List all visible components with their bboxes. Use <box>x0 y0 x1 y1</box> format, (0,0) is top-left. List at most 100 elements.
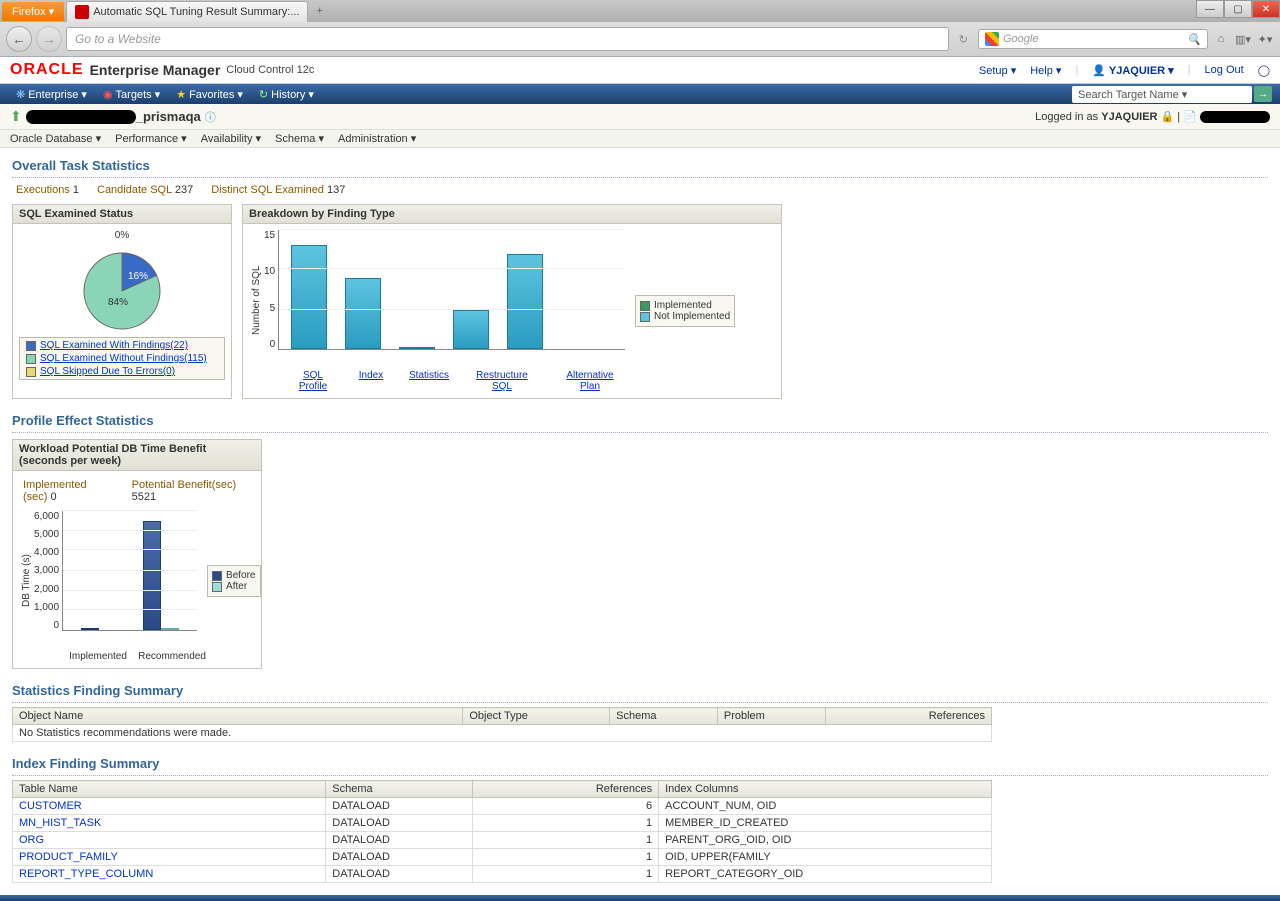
bookmarks-icon[interactable]: ▥▾ <box>1234 30 1252 48</box>
forward-button[interactable]: → <box>36 26 62 52</box>
overall-title: Overall Task Statistics <box>12 154 1268 178</box>
browser-search-input[interactable]: Google 🔍 <box>978 29 1208 49</box>
profile-plot <box>62 511 197 631</box>
table-row: ORGDATALOAD1PARENT_ORG_OID, OID <box>13 832 992 849</box>
db-icon: 📄 <box>1183 111 1197 123</box>
help-menu[interactable]: Help ▾ <box>1030 64 1061 77</box>
nav-enterprise[interactable]: ❋Enterprise ▾ <box>8 86 95 103</box>
bar-yticks: 151050 <box>264 230 278 350</box>
login-info: Logged in as YJAQUIER 🔒 | 📄 <box>1035 110 1270 123</box>
bar-plot <box>278 230 625 350</box>
pie-zero-label: 0% <box>19 230 225 241</box>
firefox-menu-button[interactable]: Firefox ▾ <box>2 2 64 21</box>
bar-sql-profile[interactable] <box>291 245 327 349</box>
new-tab-button[interactable]: + <box>308 3 330 19</box>
table-row: CUSTOMERDATALOAD6ACCOUNT_NUM, OID <box>13 798 992 815</box>
subnav-availability[interactable]: Availability ▾ <box>201 132 261 145</box>
profile-bar-before[interactable] <box>143 521 161 630</box>
footer-bar <box>0 895 1280 901</box>
table-row: PRODUCT_FAMILYDATALOAD1OID, UPPER(FAMILY <box>13 849 992 866</box>
product-title: Enterprise Manager <box>90 62 221 78</box>
search-target-input[interactable]: Search Target Name ▾ <box>1072 86 1252 103</box>
search-go-button[interactable]: → <box>1254 86 1272 102</box>
xlabel-stats[interactable]: Statistics <box>409 370 449 392</box>
target-bar: ⬆ _prismaqa ⓘ Logged in as YJAQUIER 🔒 | … <box>0 104 1280 130</box>
back-button[interactable]: ← <box>6 26 32 52</box>
nav-history[interactable]: ↻History ▾ <box>251 86 322 103</box>
nav-bar: ← → Go to a Website ↻ Google 🔍 ⌂ ▥▾ ✦▾ <box>0 22 1280 56</box>
stats-finding-title: Statistics Finding Summary <box>12 679 1268 703</box>
xlabel-index[interactable]: Index <box>351 370 391 392</box>
minimize-button[interactable]: — <box>1196 0 1224 18</box>
bar-title: Breakdown by Finding Type <box>243 205 781 224</box>
close-button[interactable]: ✕ <box>1252 0 1280 18</box>
bar-xlabels: SQL Profile Index Statistics Restructure… <box>249 370 625 392</box>
stats-empty-row: No Statistics recommendations were made. <box>13 725 992 742</box>
table-name-link[interactable]: ORG <box>19 834 44 846</box>
tab-title: Automatic SQL Tuning Result Summary:... <box>93 6 299 18</box>
bar-index[interactable] <box>345 278 381 349</box>
accessibility-icon[interactable]: ◯ <box>1258 64 1270 77</box>
setup-menu[interactable]: Setup ▾ <box>979 64 1016 77</box>
lock-icon: 🔒 <box>1161 111 1175 123</box>
table-name-link[interactable]: MN_HIST_TASK <box>19 817 101 829</box>
info-icon[interactable]: ⓘ <box>205 109 216 125</box>
sub-nav: Oracle Database ▾ Performance ▾ Availabi… <box>0 130 1280 148</box>
logout-link[interactable]: Log Out <box>1205 64 1244 77</box>
home-icon[interactable]: ⌂ <box>1212 30 1230 48</box>
maximize-button[interactable]: ▢ <box>1224 0 1252 18</box>
bar-legend: Implemented Not Implemented <box>635 295 735 327</box>
sql-examined-panel: SQL Examined Status 0% 16% 84% SQL Exami… <box>12 204 232 399</box>
profile-legend: Before After <box>207 565 260 597</box>
index-finding-table: Table Name Schema References Index Colum… <box>12 780 992 883</box>
target-name: _prismaqa <box>136 109 201 124</box>
bar-statistics[interactable] <box>399 347 435 349</box>
overall-stats: Executions 1 Candidate SQL 237 Distinct … <box>12 182 1268 198</box>
bar-restructure[interactable] <box>453 310 489 349</box>
tab-bar: Firefox ▾ Automatic SQL Tuning Result Su… <box>0 0 1280 22</box>
nav-favorites[interactable]: ★Favorites ▾ <box>168 86 251 103</box>
reload-icon[interactable]: ↻ <box>959 33 968 46</box>
xlabel-restructure[interactable]: Restructure SQL <box>467 370 537 392</box>
table-name-link[interactable]: REPORT_TYPE_COLUMN <box>19 868 153 880</box>
pie-title: SQL Examined Status <box>13 205 231 224</box>
oracle-logo: ORACLE <box>10 61 84 79</box>
nav-targets[interactable]: ◉Targets ▾ <box>95 86 168 103</box>
legend-with-findings[interactable]: SQL Examined With Findings(22) <box>40 340 188 351</box>
addons-icon[interactable]: ✦▾ <box>1256 30 1274 48</box>
subnav-schema[interactable]: Schema ▾ <box>275 132 324 145</box>
browser-chrome: — ▢ ✕ Firefox ▾ Automatic SQL Tuning Res… <box>0 0 1280 57</box>
search-icon[interactable]: 🔍 <box>1187 33 1201 46</box>
subnav-performance[interactable]: Performance ▾ <box>115 132 187 145</box>
table-name-link[interactable]: PRODUCT_FAMILY <box>19 851 118 863</box>
profile-ylabel: DB Time (s) <box>19 511 34 651</box>
profile-panel: Workload Potential DB Time Benefit (seco… <box>12 439 262 669</box>
table-name-link[interactable]: CUSTOMER <box>19 800 82 812</box>
xlabel-profile[interactable]: SQL Profile <box>293 370 333 392</box>
oracle-header: ORACLE Enterprise Manager Cloud Control … <box>0 57 1280 84</box>
tab-favicon-icon <box>75 5 89 19</box>
window-controls: — ▢ ✕ <box>1196 0 1280 18</box>
stats-finding-table: Object Name Object Type Schema Problem R… <box>12 707 992 742</box>
user-menu[interactable]: 👤 YJAQUIER ▾ <box>1092 64 1173 77</box>
subnav-administration[interactable]: Administration ▾ <box>338 132 416 145</box>
google-icon <box>985 32 999 46</box>
target-up-icon: ⬆ <box>10 108 22 125</box>
bar-ylabel: Number of SQL <box>249 230 264 370</box>
xlabel-altplan[interactable]: Alternative Plan <box>555 370 625 392</box>
profile-yticks: 6,0005,0004,0003,0002,0001,0000 <box>34 511 62 631</box>
table-row: REPORT_TYPE_COLUMNDATALOAD1REPORT_CATEGO… <box>13 866 992 883</box>
table-row: MN_HIST_TASKDATALOAD1MEMBER_ID_CREATED <box>13 815 992 832</box>
redacted-text <box>26 110 136 124</box>
index-finding-title: Index Finding Summary <box>12 752 1268 776</box>
product-subtitle: Cloud Control 12c <box>226 64 314 76</box>
profile-subtitle: Workload Potential DB Time Benefit (seco… <box>13 440 261 471</box>
pie-legend: SQL Examined With Findings(22) SQL Exami… <box>19 337 225 380</box>
url-input[interactable]: Go to a Website <box>66 27 949 51</box>
profile-bar-after[interactable] <box>161 628 179 630</box>
pie-chart: 16% 84% <box>82 251 162 331</box>
legend-skipped[interactable]: SQL Skipped Due To Errors(0) <box>40 366 175 377</box>
legend-without-findings[interactable]: SQL Examined Without Findings(115) <box>40 353 207 364</box>
subnav-oracle-database[interactable]: Oracle Database ▾ <box>10 132 101 145</box>
browser-tab-active[interactable]: Automatic SQL Tuning Result Summary:... <box>66 1 308 22</box>
